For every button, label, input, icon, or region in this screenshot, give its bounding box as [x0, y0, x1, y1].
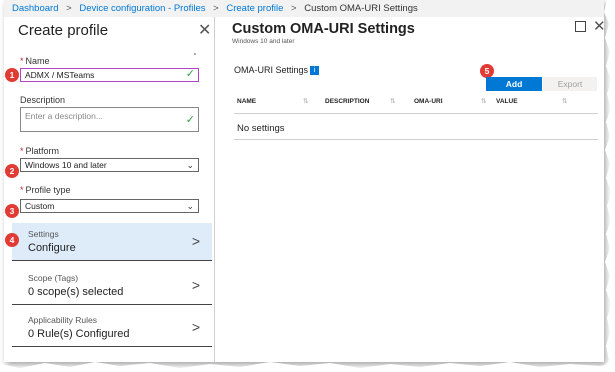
platform-label: * Platform [20, 146, 60, 156]
nav-item-title: Settings [28, 229, 59, 239]
checkmark-icon: ✓ [185, 114, 195, 126]
oma-uri-settings-label: OMA-URI Settings i [234, 65, 320, 76]
oma-uri-settings-panel: Custom OMA-URI Settings Windows 10 and l… [215, 17, 604, 362]
panel-title: Create profile [18, 22, 109, 39]
column-header-value[interactable]: VALUE [496, 98, 518, 105]
torn-edge-decoration [601, 0, 615, 372]
chevron-down-icon: ⌄ [186, 201, 194, 211]
step-badge-1: 1 [5, 68, 19, 82]
breadcrumb-separator-icon: > [291, 3, 297, 14]
name-input[interactable]: ADMX / MSTeams ✓ [20, 68, 199, 82]
maximize-icon[interactable] [575, 21, 586, 32]
breadcrumb-create-profile[interactable]: Create profile [226, 3, 283, 14]
step-badge-4: 4 [5, 233, 19, 247]
app-window: Dashboard > Device configuration - Profi… [4, 0, 604, 362]
sort-icon[interactable]: ⇅ [562, 97, 567, 105]
chevron-right-icon: > [191, 233, 200, 249]
breadcrumb: Dashboard > Device configuration - Profi… [4, 0, 604, 17]
profile-type-select[interactable]: Custom ⌄ [20, 199, 199, 213]
field-info-dot [194, 53, 196, 55]
empty-table-message: No settings [237, 123, 285, 134]
profile-type-label: * Profile type [20, 185, 71, 195]
step-badge-5: 5 [480, 64, 494, 78]
sort-icon[interactable]: ⇅ [390, 97, 395, 105]
scope-tags-nav-item[interactable]: Scope (Tags) 0 scope(s) selected > [12, 267, 212, 305]
description-field[interactable]: Enter a description... ✓ [20, 107, 199, 132]
breadcrumb-dashboard[interactable]: Dashboard [12, 3, 58, 14]
nav-item-value: Configure [28, 242, 76, 254]
panel-subtitle: Windows 10 and later [232, 38, 295, 45]
table-divider [234, 113, 598, 114]
nav-item-value: 0 Rule(s) Configured [28, 328, 130, 340]
torn-edge-decoration [0, 362, 615, 372]
table-divider [234, 139, 598, 140]
description-label: Description [20, 95, 66, 105]
platform-select[interactable]: Windows 10 and later ⌄ [20, 158, 199, 172]
sort-icon[interactable]: ⇅ [481, 97, 486, 105]
nav-item-value: 0 scope(s) selected [28, 286, 124, 298]
info-icon[interactable]: i [310, 66, 320, 76]
chevron-down-icon: ⌄ [186, 160, 194, 170]
breadcrumb-separator-icon: > [66, 3, 72, 14]
close-icon[interactable]: ✕ [198, 20, 211, 40]
breadcrumb-current: Custom OMA-URI Settings [304, 3, 418, 14]
chevron-right-icon: > [191, 319, 200, 335]
nav-item-title: Applicability Rules [28, 315, 97, 325]
step-badge-3: 3 [5, 204, 19, 218]
column-header-name[interactable]: NAME [237, 98, 256, 105]
nav-item-title: Scope (Tags) [28, 273, 79, 283]
column-header-oma-uri[interactable]: OMA-URI [414, 98, 443, 105]
name-label: * Name [20, 56, 50, 66]
breadcrumb-device-configuration[interactable]: Device configuration - Profiles [79, 3, 205, 14]
column-header-description[interactable]: DESCRIPTION [325, 98, 369, 105]
step-badge-2: 2 [5, 164, 19, 178]
panel-title: Custom OMA-URI Settings [232, 21, 415, 37]
create-profile-panel: Create profile ✕ * Name ADMX / MSTeams ✓ … [4, 17, 215, 362]
add-button[interactable]: Add [486, 77, 542, 91]
export-button[interactable]: Export [543, 77, 597, 91]
settings-nav-item[interactable]: Settings Configure > [12, 223, 212, 261]
checkmark-icon: ✓ [185, 68, 195, 80]
breadcrumb-separator-icon: > [213, 3, 219, 14]
applicability-rules-nav-item[interactable]: Applicability Rules 0 Rule(s) Configured… [12, 309, 212, 347]
sort-icon[interactable]: ⇅ [303, 97, 308, 105]
chevron-right-icon: > [191, 277, 200, 293]
